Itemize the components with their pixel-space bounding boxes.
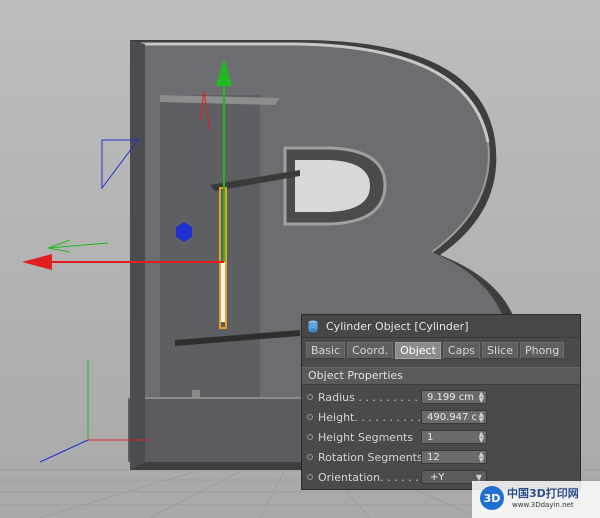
rotation-segments-label: Rotation Segments <box>318 450 421 464</box>
tab-caps[interactable]: Caps <box>442 342 481 359</box>
property-list: Radius . . . . . . . . . . . . . 9.199 c… <box>302 385 580 487</box>
keyframe-dot[interactable] <box>307 454 313 460</box>
tab-basic[interactable]: Basic <box>306 342 346 359</box>
watermark-text: 中国3D打印网 <box>507 487 579 500</box>
property-row-height: Height. . . . . . . . . . . . . 490.947 … <box>302 407 580 427</box>
tab-coord[interactable]: Coord. <box>347 342 394 359</box>
spinner-icon[interactable]: ▲ ▼ <box>479 391 484 403</box>
panel-title: Cylinder Object [Cylinder] <box>326 319 469 333</box>
radius-input[interactable]: 9.199 cm ▲ ▼ <box>421 390 487 404</box>
property-row-height-segments: Height Segments 1 ▲ ▼ <box>302 427 580 447</box>
spinner-icon[interactable]: ▲ ▼ <box>479 431 484 443</box>
svg-text:3D: 3D <box>484 492 501 505</box>
watermark-logo: 3D <box>480 486 504 510</box>
cylinder-icon <box>308 320 318 332</box>
radius-label: Radius . . . . . . . . . . . . . <box>318 390 421 404</box>
height-segments-input[interactable]: 1 ▲ ▼ <box>421 430 487 444</box>
rotation-segments-input[interactable]: 12 ▲ ▼ <box>421 450 487 464</box>
tab-slice[interactable]: Slice <box>482 342 518 359</box>
keyframe-dot[interactable] <box>307 474 313 480</box>
keyframe-dot[interactable] <box>307 414 313 420</box>
watermark-url: www.3Ddayin.net <box>512 501 574 509</box>
attribute-panel: Cylinder Object [Cylinder] Basic Coord. … <box>301 314 581 490</box>
panel-header: Cylinder Object [Cylinder] <box>302 315 580 338</box>
spinner-icon[interactable]: ▲ ▼ <box>479 411 484 423</box>
tab-bar: Basic Coord. Object Caps Slice Phong <box>302 338 580 360</box>
keyframe-dot[interactable] <box>307 394 313 400</box>
section-title: Object Properties <box>302 367 580 385</box>
height-segments-label: Height Segments <box>318 430 414 444</box>
tab-phong[interactable]: Phong <box>519 342 565 359</box>
tab-object[interactable]: Object <box>395 342 441 359</box>
height-label: Height. . . . . . . . . . . . . <box>318 410 421 424</box>
height-input[interactable]: 490.947 c ▲ ▼ <box>421 410 487 424</box>
spinner-icon[interactable]: ▲ ▼ <box>479 451 484 463</box>
keyframe-dot[interactable] <box>307 434 313 440</box>
property-row-radius: Radius . . . . . . . . . . . . . 9.199 c… <box>302 387 580 407</box>
orientation-label: Orientation. . . . . . . . . <box>318 470 421 484</box>
property-row-rotation-segments: Rotation Segments 12 ▲ ▼ <box>302 447 580 467</box>
